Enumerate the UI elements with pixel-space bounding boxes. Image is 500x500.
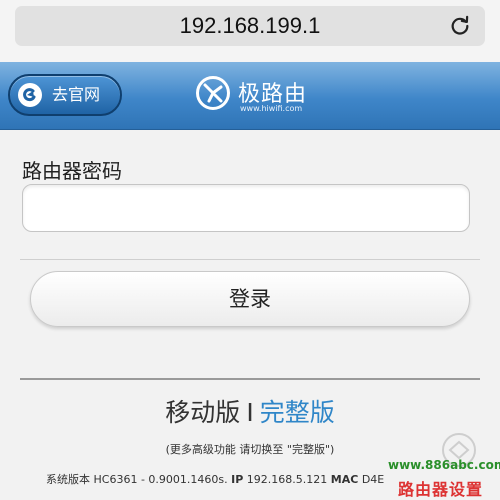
full-version-link[interactable]: 完整版: [260, 398, 335, 427]
logo-url: www.hiwifi.com: [240, 104, 303, 113]
password-input[interactable]: [22, 184, 470, 232]
browser-bar: 192.168.199.1: [0, 0, 500, 62]
logo-mark-icon: [196, 76, 230, 110]
back-arrow-icon: [18, 83, 42, 107]
mac-value: D4E: [361, 473, 385, 486]
mac-label: MAC: [330, 473, 359, 486]
mobile-version-label: 移动版: [165, 398, 241, 427]
watermark-site: www.886abc.com: [388, 458, 500, 472]
version-label: 系统版本: [46, 473, 90, 486]
login-button[interactable]: 登录: [30, 271, 470, 327]
official-site-label: 去官网: [52, 85, 101, 104]
full-version-hint: (更多高级功能 请切换至 "完整版"): [165, 443, 335, 456]
password-label: 路由器密码: [22, 159, 122, 183]
ip-value: 192.168.5.121: [246, 473, 328, 486]
version-value: HC6361 - 0.9001.1460s.: [93, 473, 228, 486]
divider: [20, 378, 480, 380]
version-switch: 移动版 I 完整版: [0, 393, 500, 429]
system-info: 系统版本 HC6361 - 0.9001.1460s. IP 192.168.5…: [46, 471, 384, 487]
url-text[interactable]: 192.168.199.1: [15, 6, 485, 46]
watermark-title: 路由器设置: [398, 480, 484, 499]
official-site-button[interactable]: 去官网: [8, 74, 122, 116]
reload-icon[interactable]: [449, 15, 471, 37]
version-separator: I: [246, 398, 254, 427]
app-header: 去官网 极路由 www.hiwifi.com: [0, 62, 500, 130]
hiwifi-logo: 极路由 www.hiwifi.com: [196, 72, 316, 118]
login-content: 路由器密码 登录 移动版 I 完整版 (更多高级功能 请切换至 "完整版") 系统版…: [0, 131, 500, 500]
address-bar[interactable]: 192.168.199.1: [15, 6, 485, 46]
ip-label: IP: [231, 473, 244, 486]
divider: [20, 259, 480, 260]
